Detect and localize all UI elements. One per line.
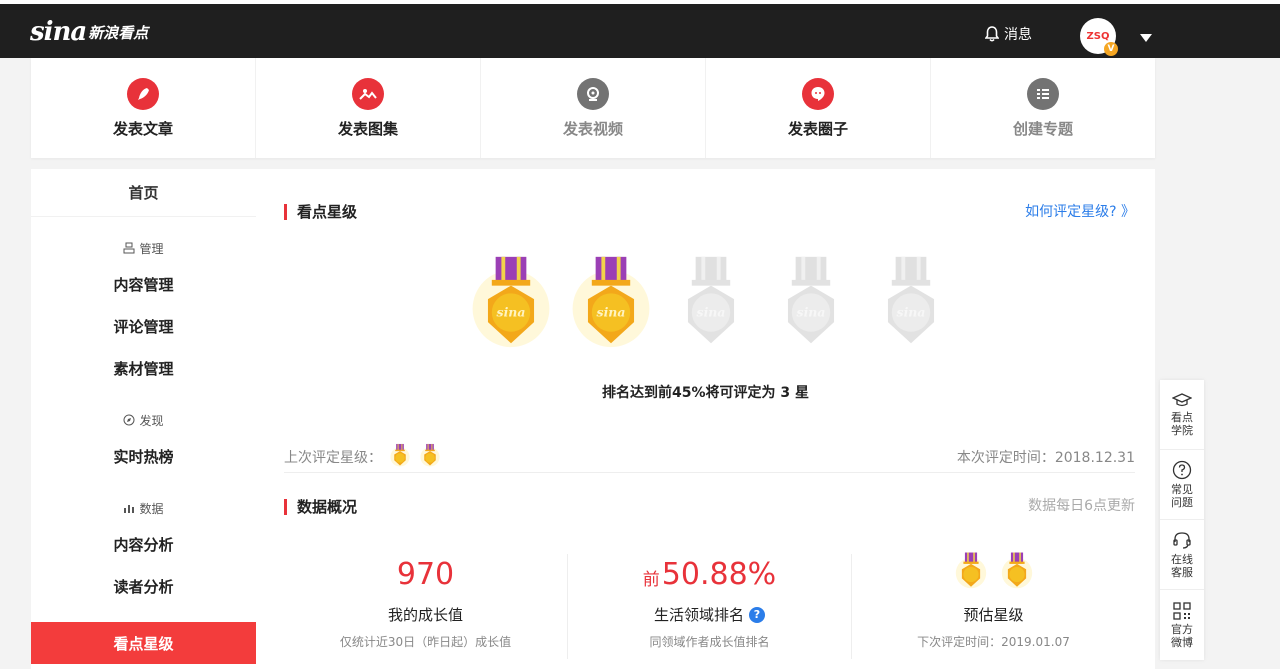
help-icon[interactable]: ? (749, 606, 765, 623)
svg-text:sina: sina (497, 304, 526, 319)
sidebar-group-data: 数据 (31, 493, 256, 523)
medal-icon (388, 443, 412, 471)
sidebar-item-hot-list[interactable]: 实时热榜 (31, 435, 256, 477)
logo[interactable]: sina 新浪看点 (30, 14, 148, 50)
pen-icon (127, 77, 159, 110)
question-icon (1172, 460, 1192, 480)
growth-label: 我的成长值 (387, 606, 463, 624)
last-rating-label: 上次评定星级： (284, 449, 382, 466)
post-article-button[interactable]: 发表文章 (31, 58, 256, 158)
post-gallery-button[interactable]: 发表图集 (256, 58, 481, 158)
growth-sub: 仅统计近30日（昨日起）成长值 (339, 635, 512, 649)
sidebar-item-content-manage[interactable]: 内容管理 (31, 263, 256, 305)
list-icon (1027, 77, 1059, 110)
top-bar: sina 新浪看点 消息 ZSQ V (0, 0, 1280, 58)
update-note: 数据每日6点更新 (1028, 498, 1135, 514)
rank-note: 排名达到前45%将可评定为 3 星 (602, 385, 809, 401)
medal-earned: sina (461, 251, 561, 351)
stats-row: 970 我的成长值 仅统计近30日（昨日起）成长值 前 50.88% 生活领域排… (284, 551, 1135, 659)
action-label: 发表文章 (112, 119, 173, 138)
rank-value: 50.88% (661, 556, 777, 592)
compass-icon (123, 414, 135, 426)
sidebar-item-reader-analysis[interactable]: 读者分析 (31, 565, 256, 607)
medal-locked: sina (761, 251, 861, 351)
create-topic-button[interactable]: 创建专题 (931, 58, 1155, 158)
logo-text: 新浪看点 (88, 23, 149, 42)
action-bar: 发表文章 发表图集 发表视频 发表圈子 创建专题 (31, 58, 1155, 158)
last-rating-medals (382, 443, 442, 471)
estimate-stat: 预估星级 下次评定时间：2019.01.07 (852, 551, 1135, 659)
medal-icon (998, 551, 1036, 597)
messages-label: 消息 (1004, 27, 1032, 43)
medal-icon (952, 551, 990, 597)
svg-text:sina: sina (597, 304, 626, 319)
manage-icon (123, 242, 135, 254)
avatar-text: ZSQ (1086, 30, 1110, 42)
data-section-title: 数据概况 (284, 496, 357, 517)
sidebar-item-content-analysis[interactable]: 内容分析 (31, 523, 256, 565)
sidebar-group-manage: 管理 (31, 233, 256, 263)
circle-chat-icon (802, 77, 834, 110)
medal-icon (418, 443, 442, 471)
bell-icon (985, 26, 999, 42)
action-label: 发表图集 (337, 119, 398, 138)
sidebar-item-material-manage[interactable]: 素材管理 (31, 347, 256, 389)
float-faq[interactable]: 常见问题 (1160, 450, 1204, 520)
svg-text:sina: sina (897, 304, 926, 319)
rating-time: 本次评定时间：2018.12.31 (956, 449, 1135, 466)
float-support[interactable]: 在线客服 (1160, 520, 1204, 590)
rank-prefix: 前 (642, 569, 660, 590)
svg-text:sina: sina (797, 304, 826, 319)
graduation-cap-icon (1172, 393, 1192, 407)
growth-stat: 970 我的成长值 仅统计近30日（昨日起）成长值 (284, 554, 568, 659)
video-icon (577, 77, 609, 110)
avatar[interactable]: ZSQ V (1080, 18, 1118, 56)
action-label: 发表圈子 (787, 119, 848, 138)
estimate-label: 预估星级 (963, 606, 1024, 624)
account-dropdown-caret[interactable] (1140, 34, 1152, 42)
rank-label-wrap: 生活领域排名 ? (568, 604, 851, 625)
estimate-medals (852, 551, 1135, 597)
float-weibo[interactable]: 官方微博 (1160, 590, 1204, 660)
sidebar-group-discover: 发现 (31, 405, 256, 435)
medal-locked: sina (661, 251, 761, 351)
float-academy[interactable]: 看点学院 (1160, 380, 1204, 450)
star-section-title: 看点星级 (284, 201, 357, 222)
post-video-button[interactable]: 发表视频 (481, 58, 706, 158)
bar-chart-icon (124, 505, 135, 513)
floating-toolbar: 看点学院 常见问题 在线客服 官方微博 (1160, 380, 1204, 660)
verified-badge: V (1104, 42, 1118, 56)
messages-button[interactable]: 消息 (985, 24, 1032, 44)
logo-mark: sina (30, 17, 87, 47)
medal-earned: sina (561, 251, 661, 351)
sidebar-item-star-rating[interactable]: 看点星级 (31, 622, 256, 664)
rank-sub: 同领域作者成长值排名 (649, 635, 770, 649)
action-label: 创建专题 (1012, 119, 1073, 138)
growth-value: 970 (396, 556, 455, 592)
post-circle-button[interactable]: 发表圈子 (706, 58, 931, 158)
estimate-sub: 下次评定时间：2019.01.07 (917, 635, 1070, 649)
qr-code-icon (1173, 601, 1191, 620)
sidebar: 首页 管理 内容管理 评论管理 素材管理 发现 实时热榜 数据 内容分析 读者分… (31, 169, 256, 669)
how-to-rate-link[interactable]: 如何评定星级? 》 (1025, 201, 1135, 221)
medal-row: sina sina sina sina sina (461, 251, 961, 351)
svg-text:sina: sina (697, 304, 726, 319)
last-rating-row: 上次评定星级： 本次评定时间：2018.12.31 (284, 441, 1135, 473)
rank-label: 生活领域排名 (653, 606, 744, 624)
medal-locked: sina (861, 251, 961, 351)
image-icon (352, 77, 384, 110)
action-label: 发表视频 (562, 119, 623, 138)
rank-stat: 前 50.88% 生活领域排名 ? 同领域作者成长值排名 (568, 554, 852, 659)
sidebar-item-home[interactable]: 首页 (31, 169, 256, 217)
headset-icon (1173, 532, 1191, 549)
sidebar-item-comment-manage[interactable]: 评论管理 (31, 305, 256, 347)
rank-value-wrap: 前 50.88% (568, 554, 851, 594)
main-content: 看点星级 如何评定星级? 》 sina sina sina sina sina … (256, 169, 1155, 669)
